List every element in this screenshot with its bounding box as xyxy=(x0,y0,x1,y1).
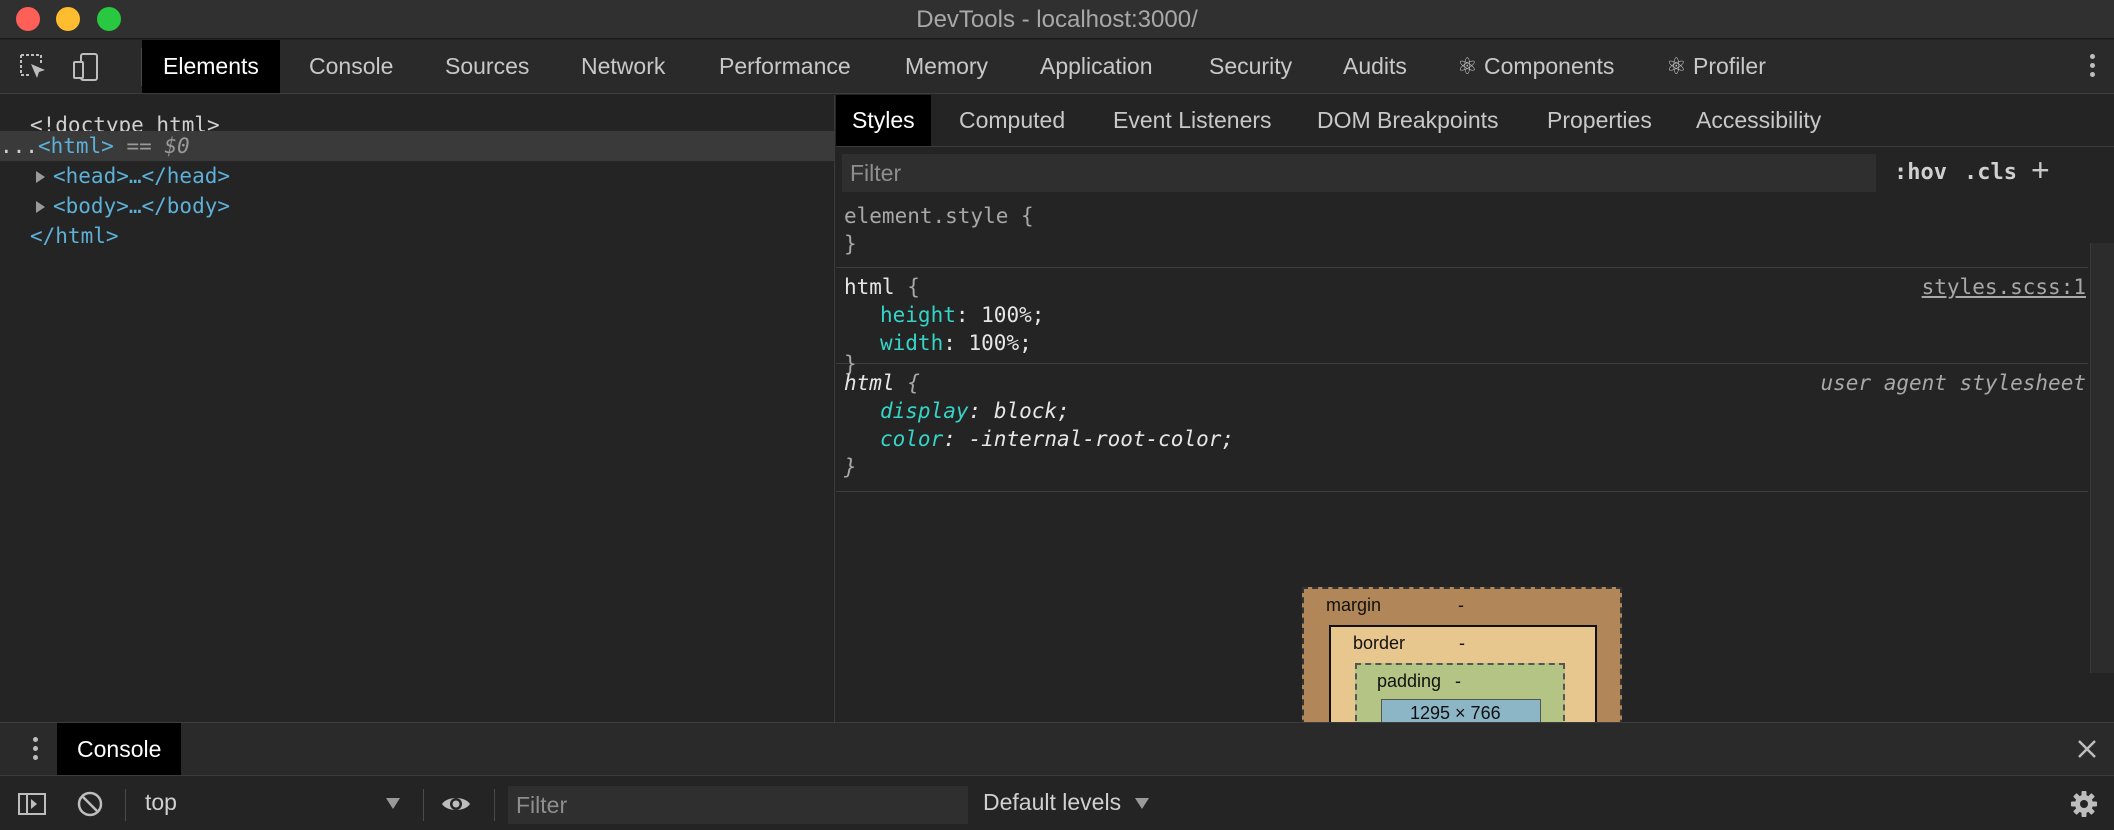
console-toolbar: top Default levels xyxy=(0,777,2114,830)
property-name[interactable]: height xyxy=(880,303,956,327)
tab-elements[interactable]: Elements xyxy=(142,40,280,93)
open-brace: { xyxy=(894,371,920,395)
rule-close-brace: } xyxy=(844,455,857,479)
padding-value[interactable]: - xyxy=(1455,671,1461,692)
toolbar-divider xyxy=(125,789,126,821)
rule-html-user-agent: html { user agent stylesheet display: bl… xyxy=(836,365,2088,492)
rule-selector[interactable]: html { xyxy=(844,273,920,301)
box-model-content[interactable]: 1295 × 766 xyxy=(1381,699,1541,722)
tab-dom-breakpoints[interactable]: DOM Breakpoints xyxy=(1317,95,1499,146)
rule-source-label: user agent stylesheet xyxy=(1820,371,2086,395)
drawer-menu-icon[interactable] xyxy=(31,737,39,765)
dom-head-tag: <head>…</head> xyxy=(53,164,231,188)
dom-selected-marker: == $0 xyxy=(113,134,190,158)
tab-event-listeners[interactable]: Event Listeners xyxy=(1113,95,1272,146)
clear-console-icon[interactable] xyxy=(74,789,106,819)
tab-memory[interactable]: Memory xyxy=(905,40,988,93)
context-select[interactable]: top xyxy=(145,789,177,816)
tab-profiler[interactable]: ⚛ Profiler xyxy=(1666,40,1766,93)
rule-source-link[interactable]: styles.scss:1 xyxy=(1922,273,2086,301)
log-levels-dropdown[interactable]: Default levels xyxy=(983,789,1121,816)
cls-toggle-button[interactable]: .cls xyxy=(1964,160,2017,185)
tab-sources[interactable]: Sources xyxy=(445,40,529,93)
drawer-tab-bar: Console xyxy=(0,723,2114,776)
expand-triangle-icon[interactable] xyxy=(36,171,45,183)
css-declaration: display: block; xyxy=(880,399,1070,423)
toolbar-divider xyxy=(423,789,424,821)
dom-node-html-selected[interactable]: ...<html> == $0 xyxy=(0,131,834,161)
rule-close-brace: } xyxy=(844,232,857,256)
property-name[interactable]: width xyxy=(880,331,943,355)
window-titlebar: DevTools - localhost:3000/ xyxy=(0,0,2114,39)
dom-html-close-tag[interactable]: </html> xyxy=(30,221,119,251)
box-model-diagram: margin - border - padding - 1295 × 766 xyxy=(1302,587,1622,722)
sidebar-tab-bar: Styles Computed Event Listeners DOM Brea… xyxy=(836,95,2114,147)
property-value[interactable]: 100%; xyxy=(981,303,1044,327)
border-value[interactable]: - xyxy=(1459,633,1465,654)
tab-audits[interactable]: Audits xyxy=(1343,40,1407,93)
toolbar-divider xyxy=(494,789,495,821)
more-options-icon[interactable] xyxy=(2088,54,2096,82)
main-tab-bar: Elements Console Sources Network Perform… xyxy=(0,40,2114,94)
css-declaration[interactable]: height: 100%; xyxy=(880,301,1044,329)
chevron-down-icon[interactable] xyxy=(386,798,400,809)
dom-html-open-tag: <html> xyxy=(37,134,114,158)
rule-element-style: element.style { } xyxy=(836,198,2088,268)
box-model-border[interactable]: border - padding - 1295 × 766 xyxy=(1329,625,1597,722)
close-icon[interactable] xyxy=(2074,736,2100,762)
drawer-tab-console[interactable]: Console xyxy=(57,723,182,775)
css-declaration: color: -internal-root-color; xyxy=(880,427,1235,451)
source-link-text[interactable]: styles.scss:1 xyxy=(1922,275,2086,299)
tab-accessibility[interactable]: Accessibility xyxy=(1696,95,1821,146)
rule-selector[interactable]: element.style { xyxy=(844,202,1034,230)
dom-node-body[interactable]: <body>…</body> xyxy=(36,191,230,221)
tab-computed[interactable]: Computed xyxy=(959,95,1065,146)
property-value: block; xyxy=(993,399,1070,423)
content-size[interactable]: 1295 × 766 xyxy=(1410,703,1501,722)
margin-label: margin xyxy=(1326,595,1382,615)
margin-value[interactable]: - xyxy=(1458,595,1464,616)
tab-security[interactable]: Security xyxy=(1209,40,1292,93)
styles-scrollbar[interactable] xyxy=(2090,243,2114,673)
property-value: -internal-root-color; xyxy=(968,427,1235,451)
tab-properties[interactable]: Properties xyxy=(1547,95,1652,146)
live-expression-eye-icon[interactable] xyxy=(440,789,472,819)
dom-tree-panel: <!doctype html> ...<html> == $0 <head>…<… xyxy=(0,95,835,817)
box-model-padding[interactable]: padding - 1295 × 766 xyxy=(1355,663,1565,722)
property-name: display xyxy=(880,399,969,423)
console-drawer: Console top Default levels xyxy=(0,722,2114,830)
hov-toggle-button[interactable]: :hov xyxy=(1894,160,1947,185)
tab-network[interactable]: Network xyxy=(581,40,665,93)
tab-performance[interactable]: Performance xyxy=(719,40,851,93)
window-title: DevTools - localhost:3000/ xyxy=(916,6,1198,33)
console-filter-input[interactable] xyxy=(508,786,968,824)
dom-body-tag: <body>…</body> xyxy=(53,194,231,218)
expand-triangle-icon[interactable] xyxy=(36,201,45,213)
selector-text: html xyxy=(844,371,895,395)
styles-filter-input[interactable] xyxy=(842,154,1876,192)
tab-console[interactable]: Console xyxy=(309,40,393,93)
border-label: border xyxy=(1353,633,1406,653)
box-model-margin[interactable]: margin - border - padding - 1295 × 766 xyxy=(1302,587,1622,722)
gear-icon[interactable] xyxy=(2068,789,2100,819)
chevron-down-icon[interactable] xyxy=(1135,798,1149,809)
device-toolbar-icon[interactable] xyxy=(71,52,105,82)
new-style-rule-button[interactable]: + xyxy=(2031,154,2050,186)
css-declaration[interactable]: width: 100%; xyxy=(880,329,1032,357)
selector-text: html xyxy=(844,275,895,299)
styles-filter-row: :hov .cls + xyxy=(836,148,2088,198)
tab-styles[interactable]: Styles xyxy=(836,95,931,146)
rule-html-author: html { styles.scss:1 height: 100%; width… xyxy=(836,269,2088,376)
dom-expand-dots[interactable]: ... xyxy=(0,134,38,158)
rule-selector[interactable]: html { xyxy=(844,369,920,397)
sidebar-toggle-icon[interactable] xyxy=(16,789,48,819)
property-name: color xyxy=(880,427,944,451)
open-brace: { xyxy=(894,275,920,299)
inspect-element-icon[interactable] xyxy=(18,52,52,82)
tab-application[interactable]: Application xyxy=(1040,40,1153,93)
tab-components[interactable]: ⚛ Components xyxy=(1457,40,1614,93)
property-value[interactable]: 100%; xyxy=(969,331,1032,355)
dom-node-head[interactable]: <head>…</head> xyxy=(36,161,230,191)
padding-label: padding xyxy=(1377,671,1442,691)
